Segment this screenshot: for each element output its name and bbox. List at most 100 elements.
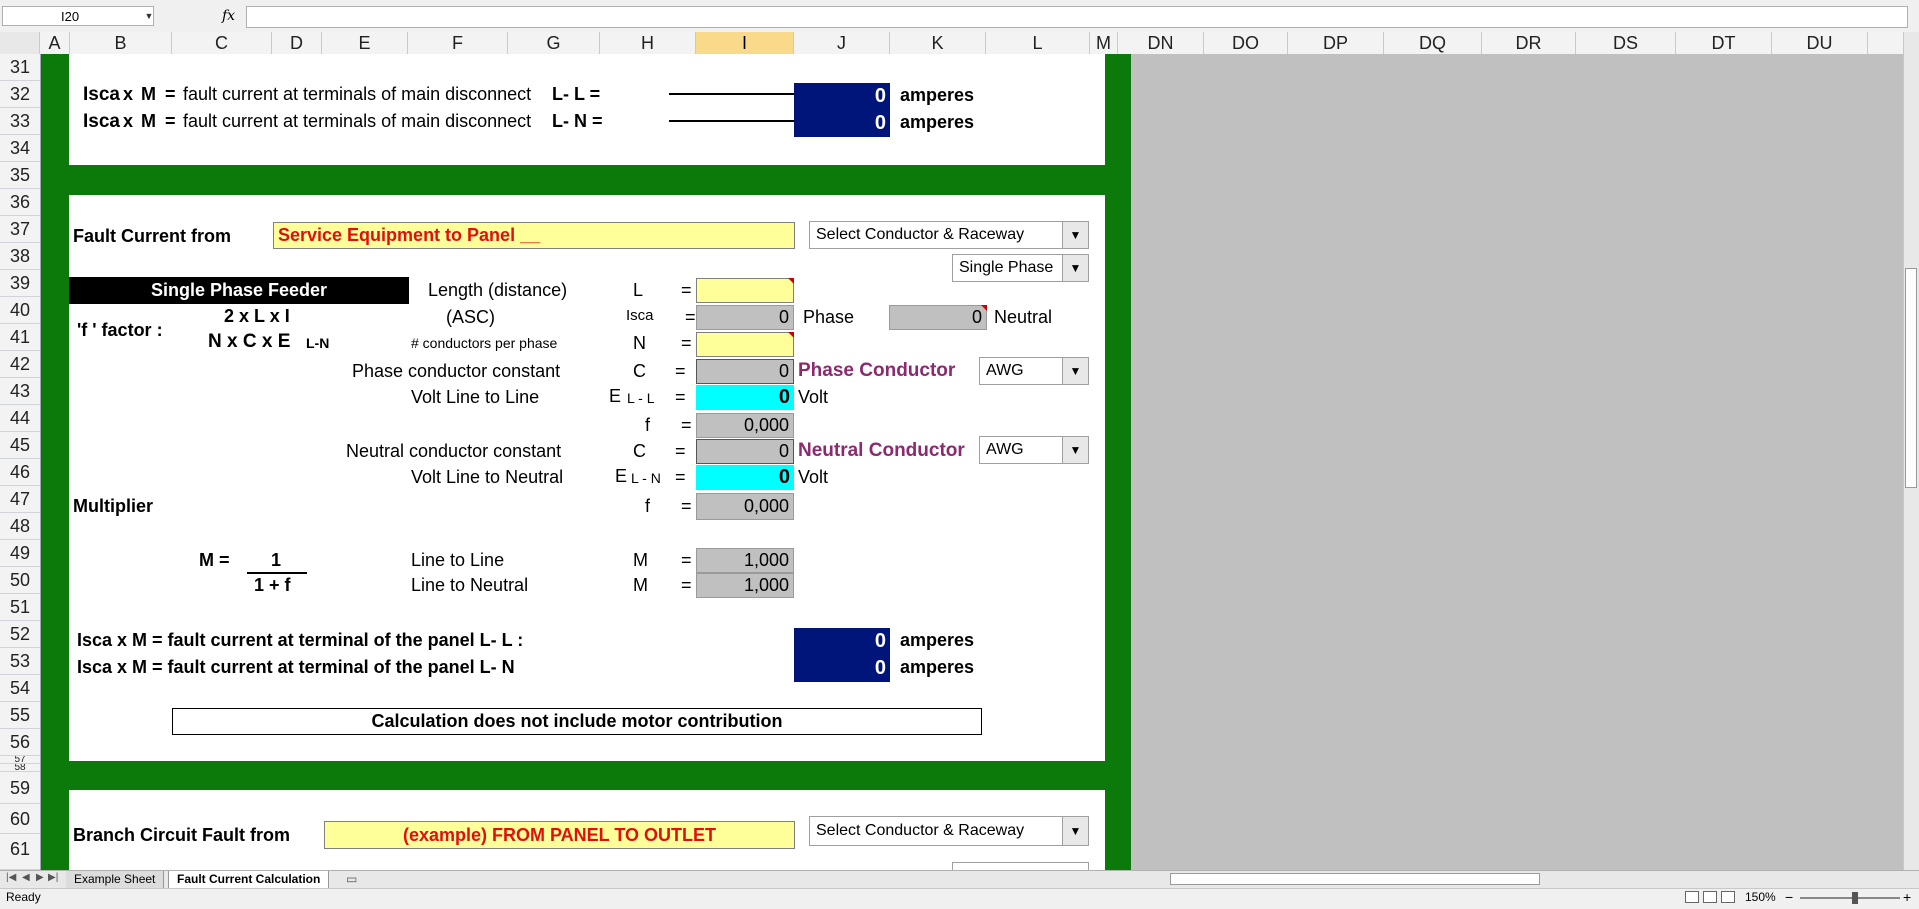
chevron-down-icon[interactable]: ▼ — [1062, 437, 1088, 463]
column-header[interactable]: DT — [1676, 32, 1772, 54]
column-header[interactable]: J — [794, 32, 890, 54]
row-header[interactable]: 39 — [0, 270, 40, 297]
row-header[interactable]: 53 — [0, 648, 40, 675]
page-layout-view-icon[interactable] — [1703, 891, 1717, 903]
name-box-dropdown-icon[interactable]: ▼ — [142, 6, 156, 26]
tab-fault-current-calculation[interactable]: Fault Current Calculation — [168, 871, 330, 888]
column-header[interactable]: DN — [1118, 32, 1204, 54]
row-header[interactable]: 41 — [0, 324, 40, 351]
column-header[interactable]: F — [408, 32, 508, 54]
column-header[interactable]: DP — [1288, 32, 1384, 54]
row-header[interactable]: 60 — [0, 804, 40, 834]
row-header[interactable]: 35 — [0, 162, 40, 189]
m-formula-lhs: M = — [199, 550, 230, 570]
column-header[interactable]: DS — [1576, 32, 1676, 54]
row-header[interactable]: 43 — [0, 378, 40, 405]
sheet-grid[interactable]: Isca x M = fault current at terminals of… — [41, 54, 1911, 870]
formula-input[interactable] — [246, 6, 1908, 28]
vertical-scroll-thumb[interactable] — [1905, 268, 1917, 488]
row-header[interactable]: 58 — [0, 764, 40, 772]
horizontal-scroll-thumb[interactable] — [1170, 873, 1540, 885]
row-header[interactable]: 37 — [0, 216, 40, 243]
panel-name-input[interactable]: Service Equipment to Panel __ — [273, 222, 795, 249]
last-sheet-icon[interactable]: ▶| — [48, 872, 58, 883]
column-header[interactable]: A — [40, 32, 70, 54]
row-header[interactable]: 61 — [0, 834, 40, 870]
row-header[interactable]: 44 — [0, 405, 40, 432]
phase-awg-dropdown[interactable]: AWG ▼ — [979, 357, 1089, 385]
neutral-awg-dropdown[interactable]: AWG ▼ — [979, 436, 1089, 464]
m-line-to-neutral-value: 1,000 — [696, 573, 794, 598]
volt-line-to-line-input[interactable]: 0 — [696, 385, 794, 410]
column-header[interactable]: C — [172, 32, 272, 54]
row-header[interactable]: 48 — [0, 513, 40, 540]
column-header[interactable]: H — [600, 32, 696, 54]
select-conductor-dropdown[interactable]: Select Conductor & Raceway ▼ — [809, 221, 1089, 249]
neutral-value: 0 — [889, 305, 987, 330]
insert-function-icon[interactable]: fx — [222, 6, 242, 26]
row-header[interactable]: 46 — [0, 459, 40, 486]
column-header[interactable]: L — [986, 32, 1090, 54]
row-header[interactable]: 36 — [0, 189, 40, 216]
row-header[interactable]: 52 — [0, 621, 40, 648]
branch-select-conductor-dropdown[interactable]: Select Conductor & Raceway ▼ — [809, 816, 1089, 846]
column-header[interactable]: B — [70, 32, 172, 54]
column-header[interactable]: DU — [1772, 32, 1868, 54]
row-header[interactable]: 57 — [0, 756, 40, 764]
branch-phase-type-dropdown[interactable] — [952, 862, 1089, 870]
column-header[interactable]: DO — [1204, 32, 1288, 54]
prev-sheet-icon[interactable]: ◀ — [22, 872, 30, 883]
tab-example-sheet[interactable]: Example Sheet — [66, 871, 165, 888]
column-header-selected[interactable]: I — [696, 32, 794, 54]
zoom-level[interactable]: 150% — [1745, 890, 1776, 904]
row-header[interactable]: 59 — [0, 772, 40, 804]
row-header[interactable]: 42 — [0, 351, 40, 378]
zoom-slider-thumb[interactable] — [1852, 892, 1858, 904]
row-header[interactable]: 40 — [0, 297, 40, 324]
next-sheet-icon[interactable]: ▶ — [36, 872, 44, 883]
row-header[interactable]: 51 — [0, 594, 40, 621]
c-symbol: C — [633, 441, 646, 461]
first-sheet-icon[interactable]: |◀ — [6, 872, 16, 883]
length-input[interactable] — [696, 278, 794, 303]
row-header[interactable]: 54 — [0, 675, 40, 702]
volt-line-to-neutral-input[interactable]: 0 — [696, 465, 794, 490]
column-header[interactable]: M — [1090, 32, 1118, 54]
row-header[interactable]: 34 — [0, 135, 40, 162]
phase-type-dropdown[interactable]: Single Phase ▼ — [952, 254, 1089, 282]
chevron-down-icon[interactable]: ▼ — [1062, 817, 1088, 845]
zoom-slider[interactable] — [1800, 897, 1900, 899]
insert-sheet-icon[interactable]: ▭ — [346, 872, 357, 886]
row-header[interactable]: 33 — [0, 108, 40, 135]
row-header[interactable]: 38 — [0, 243, 40, 270]
e-ln-subscript: L - N — [631, 470, 661, 486]
column-header[interactable]: DQ — [1384, 32, 1482, 54]
row-header[interactable]: 45 — [0, 432, 40, 459]
row-header[interactable]: 56 — [0, 729, 40, 756]
column-header[interactable]: D — [272, 32, 322, 54]
branch-panel-name-input[interactable]: (example) FROM PANEL TO OUTLET — [324, 821, 795, 849]
zoom-out-icon[interactable]: − — [1785, 889, 1793, 905]
normal-view-icon[interactable] — [1685, 891, 1699, 903]
page-break-view-icon[interactable] — [1721, 891, 1735, 903]
row-header[interactable]: 32 — [0, 81, 40, 108]
row-header[interactable]: 47 — [0, 486, 40, 513]
column-header[interactable]: K — [890, 32, 986, 54]
row-header[interactable]: 31 — [0, 54, 40, 81]
chevron-down-icon[interactable]: ▼ — [1062, 222, 1088, 248]
column-header[interactable]: G — [508, 32, 600, 54]
row-header[interactable]: 50 — [0, 567, 40, 594]
select-all-corner[interactable] — [0, 32, 40, 54]
fault-current-from-label: Fault Current from — [73, 226, 232, 246]
branch-circuit-label: Branch Circuit Fault from — [73, 825, 291, 845]
chevron-down-icon[interactable]: ▼ — [1062, 255, 1088, 281]
column-header[interactable]: E — [322, 32, 408, 54]
name-box[interactable]: I20 — [2, 6, 154, 26]
chevron-down-icon[interactable]: ▼ — [1062, 358, 1088, 384]
conductors-per-phase-input[interactable] — [696, 332, 794, 357]
row-header[interactable]: 49 — [0, 540, 40, 567]
row-header[interactable]: 55 — [0, 702, 40, 729]
column-header[interactable]: DR — [1482, 32, 1576, 54]
neutral-f-value: 0,000 — [696, 493, 794, 520]
zoom-in-icon[interactable]: + — [1903, 889, 1911, 905]
